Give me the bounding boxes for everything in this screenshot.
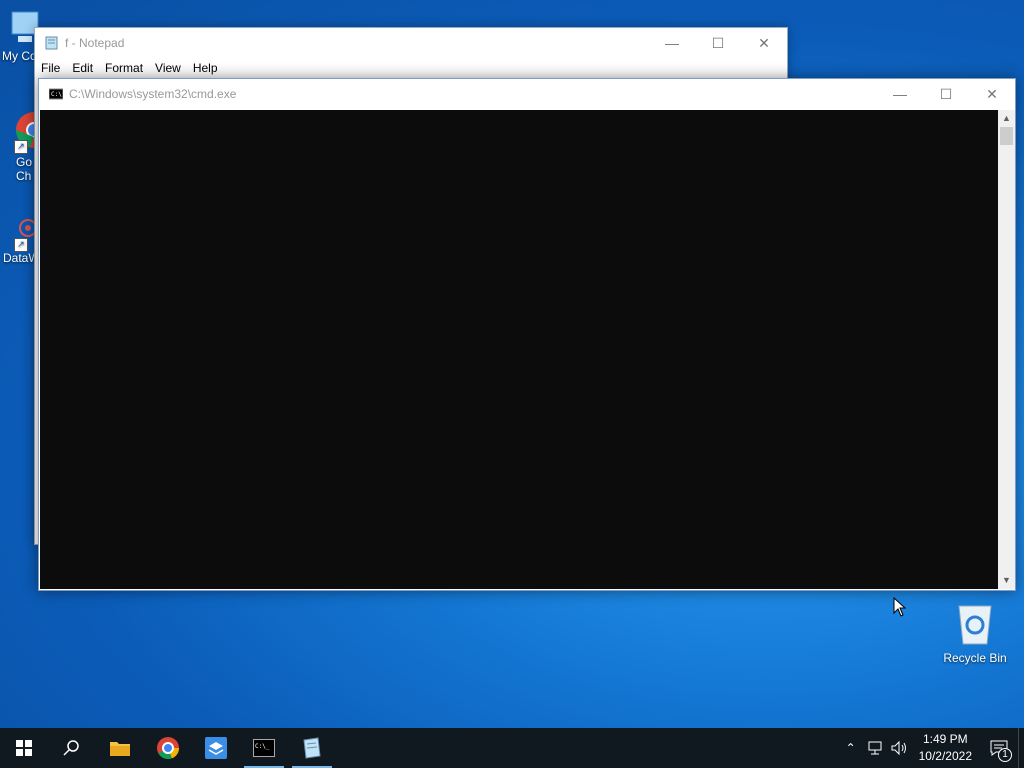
cmd-icon: C:\_ — [253, 739, 275, 757]
close-button[interactable]: ✕ — [741, 28, 787, 58]
search-button[interactable] — [48, 728, 96, 768]
taskbar-chrome[interactable] — [144, 728, 192, 768]
svg-text:C:\: C:\ — [51, 91, 62, 98]
menu-format[interactable]: Format — [99, 61, 149, 75]
menu-file[interactable]: File — [35, 61, 66, 75]
start-button[interactable] — [0, 728, 48, 768]
taskbar-notepad[interactable] — [288, 728, 336, 768]
taskbar-app[interactable] — [192, 728, 240, 768]
console-area[interactable] — [40, 110, 998, 589]
volume-icon[interactable] — [890, 740, 908, 756]
shortcut-arrow-icon: ↗ — [14, 238, 28, 252]
cmd-icon: C:\ — [49, 88, 63, 100]
scroll-up-icon[interactable]: ▲ — [998, 110, 1015, 127]
mouse-cursor-icon — [893, 597, 907, 617]
menu-bar: File Edit Format View Help — [35, 58, 787, 78]
notepad-titlebar[interactable]: f - Notepad — ☐ ✕ — [35, 28, 787, 58]
menu-edit[interactable]: Edit — [66, 61, 99, 75]
show-desktop-button[interactable] — [1018, 728, 1024, 768]
chevron-up-icon[interactable]: ⌃ — [839, 741, 863, 755]
menu-help[interactable]: Help — [187, 61, 224, 75]
cmd-window[interactable]: C:\ C:\Windows\system32\cmd.exe — ☐ ✕ ▲ … — [38, 78, 1016, 591]
notepad-icon — [45, 36, 58, 50]
chrome-icon — [157, 737, 180, 760]
taskbar-file-explorer[interactable] — [96, 728, 144, 768]
svg-text:C:\_: C:\_ — [255, 743, 270, 750]
desktop-icon-label: Recycle Bin — [943, 651, 1007, 665]
search-icon — [63, 740, 79, 756]
scroll-down-icon[interactable]: ▼ — [998, 572, 1015, 589]
app-box-icon — [205, 737, 227, 759]
windows-logo-icon — [16, 740, 32, 756]
cmd-titlebar[interactable]: C:\ C:\Windows\system32\cmd.exe — ☐ ✕ — [39, 79, 1015, 109]
vertical-scrollbar[interactable]: ▲ ▼ — [998, 110, 1015, 589]
recycle-bin-icon — [958, 605, 992, 645]
menu-view[interactable]: View — [149, 61, 187, 75]
notepad-icon — [303, 737, 321, 759]
taskbar-cmd[interactable]: C:\_ — [240, 728, 288, 768]
minimize-button[interactable]: — — [649, 28, 695, 58]
clock-date: 10/2/2022 — [918, 749, 972, 763]
network-icon[interactable] — [866, 740, 884, 756]
notification-count-badge: 1 — [998, 748, 1012, 762]
close-button[interactable]: ✕ — [969, 79, 1015, 109]
minimize-button[interactable]: — — [877, 79, 923, 109]
system-tray: ⌃ 1:49 PM 10/2/2022 1 — [839, 728, 1024, 768]
clock[interactable]: 1:49 PM 10/2/2022 — [911, 731, 980, 765]
clock-time: 1:49 PM — [922, 732, 968, 746]
maximize-button[interactable]: ☐ — [923, 79, 969, 109]
folder-icon — [110, 742, 130, 756]
action-center-button[interactable]: 1 — [980, 728, 1018, 768]
maximize-button[interactable]: ☐ — [695, 28, 741, 58]
window-title: C:\Windows\system32\cmd.exe — [69, 87, 237, 101]
desktop-icon-recycle-bin[interactable]: Recycle Bin — [940, 600, 1010, 665]
scroll-thumb[interactable] — [1000, 127, 1013, 145]
taskbar: C:\_ ⌃ 1:49 PM 10/2/2022 1 — [0, 728, 1024, 768]
shortcut-arrow-icon: ↗ — [14, 140, 28, 154]
window-title: f - Notepad — [65, 36, 125, 50]
